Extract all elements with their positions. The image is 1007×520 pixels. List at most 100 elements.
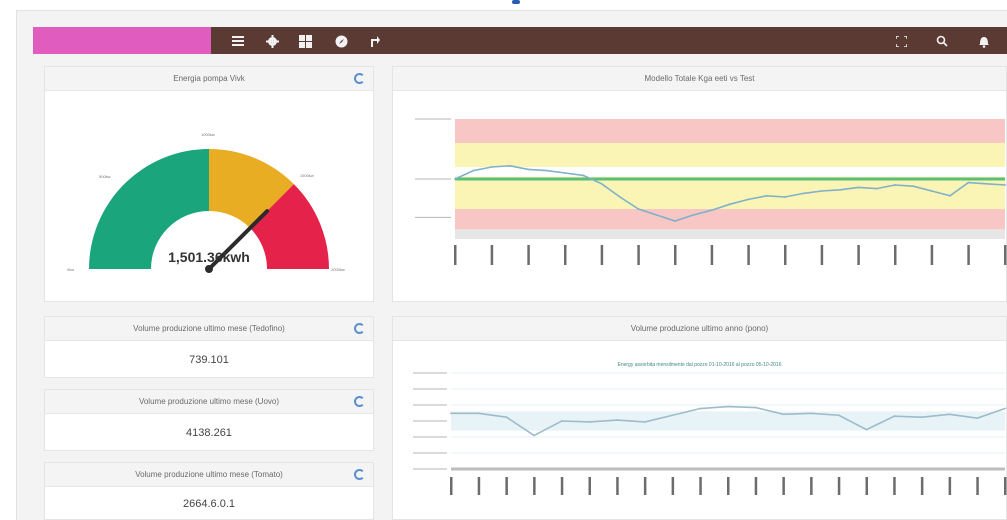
panel-title: Volume produzione ultimo anno (pono) [630,324,769,333]
panel-header: Energia pompa Vivk [45,67,373,91]
band-base [455,229,1005,239]
x-tick-label [930,245,934,265]
series-point [893,415,896,418]
series-point [616,419,619,421]
series-point [637,208,640,210]
x-tick-label [564,245,567,265]
series-point [976,417,979,420]
stat-value: 4138.261 [186,427,232,439]
fullscreen-icon[interactable] [893,33,909,49]
series-point [802,192,805,195]
refresh-icon[interactable] [354,323,365,334]
stat-panel-1: Volume produzione ultimo mese (Tedofino)… [44,316,374,378]
top-indicator [512,0,520,4]
x-tick-label [674,245,677,265]
x-tick-label [671,477,675,495]
series-point [810,412,812,415]
panel-header: Volume produzione ultimo mese (Tedofino) [45,317,373,341]
series-point [865,428,868,431]
refresh-icon[interactable] [354,73,365,84]
chart-inner-title: Energy assorbita mensilmente dal pozzo 0… [617,362,782,368]
x-tick-label [894,245,897,265]
x-tick-label [837,477,841,495]
gear-icon[interactable] [264,33,280,49]
x-tick-label [454,245,457,265]
x-tick-label [588,477,591,495]
refresh-icon[interactable] [354,469,365,480]
series-point [582,174,585,177]
x-tick-label [754,477,758,495]
x-tick-label [505,477,508,495]
x-tick-label [533,477,536,495]
band-upper-red [455,119,1005,143]
series-point [912,185,915,188]
series-point [857,186,860,189]
line-chart-bottom [413,372,1007,495]
series-point [505,416,508,419]
series-point [948,413,951,416]
band-normal [451,411,1005,431]
gauge-tick-q3: 1500kw [300,173,314,178]
series-point [820,190,823,192]
x-tick-label [490,245,494,265]
panel-header: Volume produzione ultimo mese (Uovo) [45,390,373,414]
gauge-tick-mid: 1000kw [201,132,215,137]
series-point [699,407,702,410]
series-point [545,169,548,172]
panel-title: Volume produzione ultimo mese (Tomato) [135,470,283,479]
series-point [754,406,757,409]
series-point [655,214,658,216]
menu-icon[interactable] [230,33,246,49]
panel-title: Volume produzione ultimo mese (Tedofino) [133,324,285,333]
x-tick-label [810,477,813,495]
series-point [472,169,475,172]
x-tick-label [920,477,924,495]
chart-panel-bottom: Volume produzione ultimo anno (pono) Ene… [392,316,1007,520]
x-tick-label [893,477,896,495]
series-point [1004,407,1006,410]
x-tick-label [967,245,970,265]
series-point [1004,184,1006,186]
panel-header: Modello Totale Kga eeti vs Test [393,67,1006,91]
series-point [644,421,646,423]
band-lower-red [455,209,1005,230]
series-point [619,196,621,198]
x-tick-label [527,245,530,265]
series-point [967,181,970,184]
series-point [600,182,603,185]
x-tick-label [857,245,860,265]
x-tick-label [699,477,702,495]
x-tick-label [637,245,640,265]
series-point [477,412,480,415]
series-point [450,412,452,415]
series-point [454,178,456,180]
x-tick-label [782,477,785,495]
share-icon[interactable] [366,33,382,49]
panel-header: Volume produzione ultimo anno (pono) [393,317,1006,341]
stat-panel-3: Volume produzione ultimo mese (Tomato) 2… [44,462,374,520]
series-point [784,196,786,198]
series-point [747,198,750,201]
series-point [692,214,695,216]
series-point [930,190,933,192]
x-tick-label [1004,245,1007,265]
x-tick-label [477,477,481,495]
compass-icon[interactable] [333,33,349,49]
x-tick-label [747,245,750,265]
x-tick-label [865,477,868,495]
x-tick-label [976,477,979,495]
dashboard-icon[interactable] [297,33,313,49]
series-point [560,420,563,422]
search-icon[interactable] [934,33,950,49]
panel-header: Volume produzione ultimo mese (Tomato) [45,463,373,487]
x-tick-label [710,245,714,265]
series-point [710,209,713,212]
x-tick-label [820,245,824,265]
refresh-icon[interactable] [354,396,365,407]
brand-block[interactable] [33,27,211,54]
series-point [527,168,530,171]
x-tick-label [450,477,453,495]
series-point [839,188,841,191]
gauge-tick-max: 2000kw [331,267,345,272]
bell-icon[interactable] [976,33,992,49]
